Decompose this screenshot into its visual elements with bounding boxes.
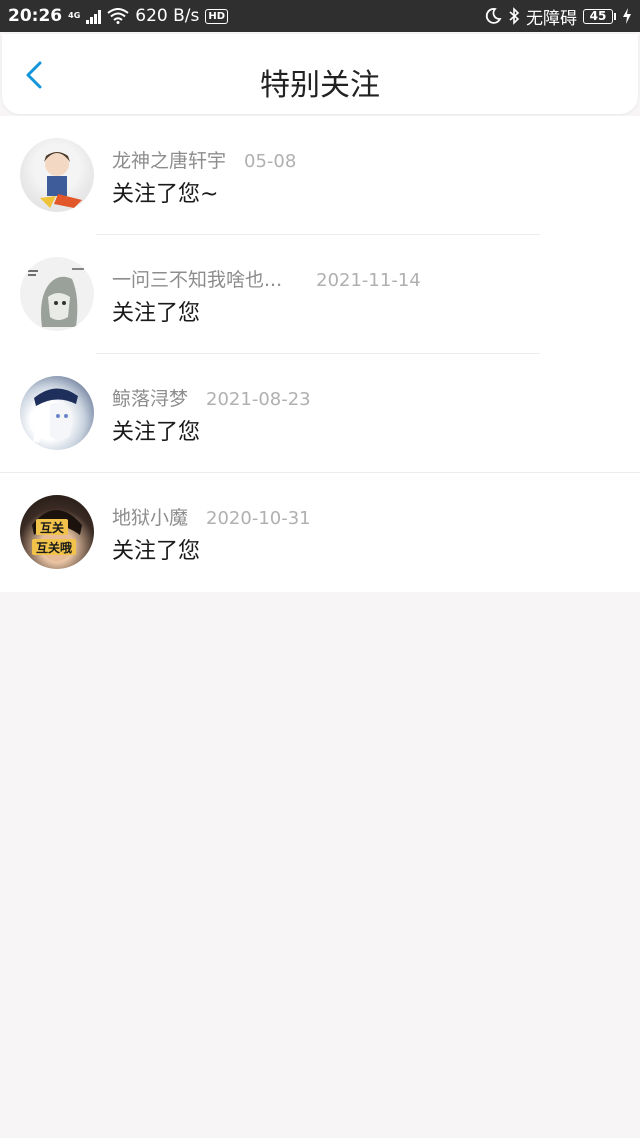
list-item[interactable]: 一问三不知我啥也... 2021-11-14 关注了您 [0, 235, 640, 354]
page-title: 特别关注 [260, 68, 380, 103]
notification-date: 2021-11-14 [316, 270, 421, 291]
notification-message: 关注了您 [112, 301, 201, 326]
anime-boy-avatar-image [40, 152, 82, 208]
network-type-label: 4G [68, 11, 81, 20]
notification-message: 关注了您~ [112, 182, 219, 207]
hd-badge: HD [205, 8, 229, 24]
avatar[interactable]: 互关 互关哦 [20, 495, 94, 569]
sketch-avatar-image [28, 268, 84, 327]
status-time: 20:26 [8, 6, 63, 26]
list-item[interactable]: 龙神之唐轩宇 05-08 关注了您~ [0, 116, 640, 235]
avatar-text-line1: 互关 [40, 520, 64, 535]
accessibility-label: 无障碍 [526, 8, 577, 29]
user-name[interactable]: 一问三不知我啥也... [112, 269, 282, 291]
list-item[interactable]: 互关 互关哦 地狱小魔 2020-10-31 关注了您 [0, 473, 640, 592]
battery-level: 45 [583, 8, 613, 24]
net-speed-label: 620 B/s [135, 6, 200, 26]
bluetooth-icon [509, 7, 520, 25]
notification-date: 05-08 [244, 151, 297, 172]
battery-icon: 45 [583, 8, 616, 24]
list-item[interactable]: 鲸落浔梦 2021-08-23 关注了您 [0, 354, 640, 473]
avatar[interactable] [20, 376, 94, 450]
notification-message: 关注了您 [112, 420, 201, 445]
notification-message: 关注了您 [112, 539, 201, 564]
notification-date: 2020-10-31 [206, 508, 311, 529]
status-bar: 20:26 4G 620 B/s HD 无障碍 45 [0, 0, 640, 32]
notification-list: 龙神之唐轩宇 05-08 关注了您~ 一问三不知我啥也... 2021-11-14 … [0, 116, 640, 592]
charging-icon [623, 8, 631, 24]
user-name[interactable]: 鲸落浔梦 [112, 388, 188, 410]
user-name[interactable]: 龙神之唐轩宇 [112, 150, 226, 172]
signal-icon [86, 8, 102, 24]
user-name[interactable]: 地狱小魔 [112, 507, 188, 529]
moon-icon [485, 8, 502, 24]
avatar[interactable] [20, 138, 94, 212]
anime-girl-avatar-image [29, 388, 78, 443]
avatar-text-line2: 互关哦 [36, 540, 72, 555]
wifi-icon [107, 8, 129, 24]
app-header: 特别关注 [2, 34, 638, 114]
mutual-follow-avatar-image: 互关 互关哦 [32, 510, 82, 561]
avatar[interactable] [20, 257, 94, 331]
notification-date: 2021-08-23 [206, 389, 311, 410]
